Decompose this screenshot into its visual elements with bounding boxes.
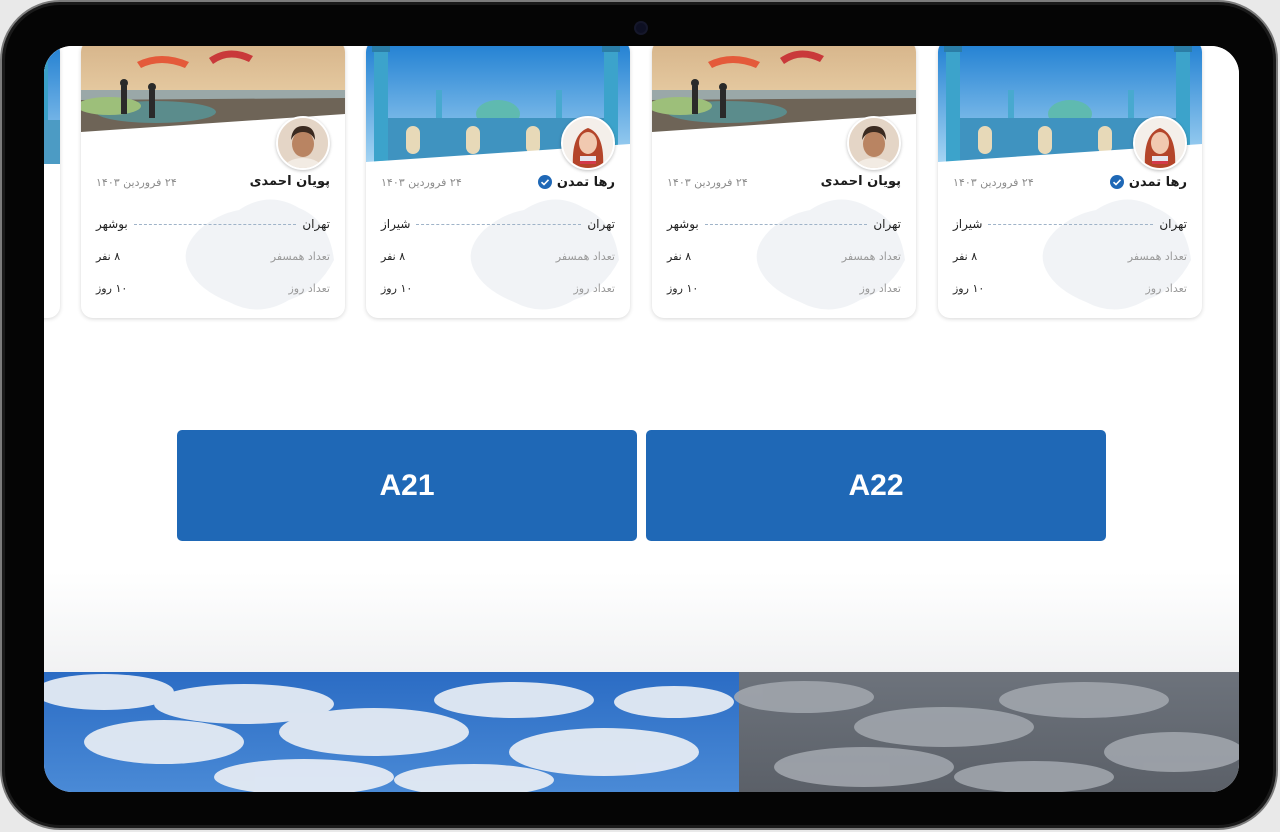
days-label: تعداد روز [859,282,901,295]
sky-banner [44,672,1239,792]
route-line [416,223,582,225]
route: تهران شیراز [381,216,615,232]
trip-date: ۲۴ فروردین ۱۴۰۳ [381,176,462,189]
origin-city: تهران [302,217,330,231]
trip-date: ۲۴ فروردین ۱۴۰۳ [667,176,748,189]
days-value: ۱۰ روز [96,282,128,295]
traveler-name: پویان احمدی [820,174,901,189]
screen: پویان احمدی ۲۴ فروردین ۱۴۰۳ تهران بوشهر … [44,46,1239,792]
avatar [276,116,330,170]
origin-city: تهران [873,217,901,231]
travelers-value: ۸ نفر [381,250,406,263]
travelers-row: تعداد همسفر ۸ نفر [381,250,615,263]
front-camera [636,23,646,33]
travelers-label: تعداد همسفر [841,250,901,263]
days-row: تعداد روز ۱۰ روز [953,282,1187,295]
travelers-label: تعداد همسفر [555,250,615,263]
avatar [1133,116,1187,170]
tablet-frame: پویان احمدی ۲۴ فروردین ۱۴۰۳ تهران بوشهر … [0,0,1278,830]
mosque-photo [44,46,60,164]
days-label: تعداد روز [288,282,330,295]
trip-date: ۲۴ فروردین ۱۴۰۳ [96,176,177,189]
destination-city: بوشهر [96,217,128,231]
avatar [561,116,615,170]
verified-badge-icon [1109,175,1124,189]
travelers-row: تعداد همسفر ۸ نفر [953,250,1187,263]
travelers-value: ۸ نفر [667,250,692,263]
trip-card[interactable]: پویان احمدی ۲۴ فروردین ۱۴۰۳ تهران بوشهر … [652,46,916,318]
route: تهران شیراز [953,216,1187,232]
route-line [704,223,868,225]
destination-city: شیراز [381,217,411,231]
traveler-name: رها تمدن [1128,174,1187,190]
traveler-name: رها تمدن [556,174,615,190]
travelers-row: تعداد همسفر ۸ نفر [96,250,330,263]
days-row: تعداد روز ۱۰ روز [667,282,901,295]
trip-card[interactable]: رها تمدن ۲۴ فروردین ۱۴۰۳ تهران شیراز تعد… [938,46,1202,318]
route: تهران بوشهر [96,216,330,232]
route-line [988,223,1154,225]
days-value: ۱۰ روز [667,282,699,295]
days-value: ۱۰ روز [953,282,985,295]
trip-card[interactable]: رها تمدن ۲۴ فروردین ۱۴۰۳ تهران شیراز تعد… [366,46,630,318]
trip-date: ۲۴ فروردین ۱۴۰۳ [953,176,1034,189]
origin-city: تهران [587,217,615,231]
avatar [847,116,901,170]
days-value: ۱۰ روز [381,282,413,295]
travelers-value: ۸ نفر [953,250,978,263]
traveler-name-row: رها تمدن [537,174,615,190]
days-row: تعداد روز ۱۰ روز [381,282,615,295]
destination-city: بوشهر [667,217,699,231]
origin-city: تهران [1159,217,1187,231]
destination-city: شیراز [953,217,983,231]
traveler-name-row: رها تمدن [1109,174,1187,190]
days-label: تعداد روز [1145,282,1187,295]
traveler-name: پویان احمدی [249,174,330,189]
traveler-name-row: پویان احمدی [821,174,901,189]
travelers-label: تعداد همسفر [1127,250,1187,263]
travelers-row: تعداد همسفر ۸ نفر [667,250,901,263]
days-row: تعداد روز ۱۰ روز [96,282,330,295]
travelers-label: تعداد همسفر [270,250,330,263]
a21-button[interactable]: A21 [177,430,637,541]
travelers-value: ۸ نفر [96,250,121,263]
trip-card-partial[interactable] [44,46,60,318]
a22-button[interactable]: A22 [646,430,1106,541]
days-label: تعداد روز [573,282,615,295]
route: تهران بوشهر [667,216,901,232]
route-line [133,223,297,225]
trip-card[interactable]: پویان احمدی ۲۴ فروردین ۱۴۰۳ تهران بوشهر … [81,46,345,318]
verified-badge-icon [537,175,552,189]
page-content: پویان احمدی ۲۴ فروردین ۱۴۰۳ تهران بوشهر … [44,46,1239,672]
traveler-name-row: پویان احمدی [250,174,330,189]
